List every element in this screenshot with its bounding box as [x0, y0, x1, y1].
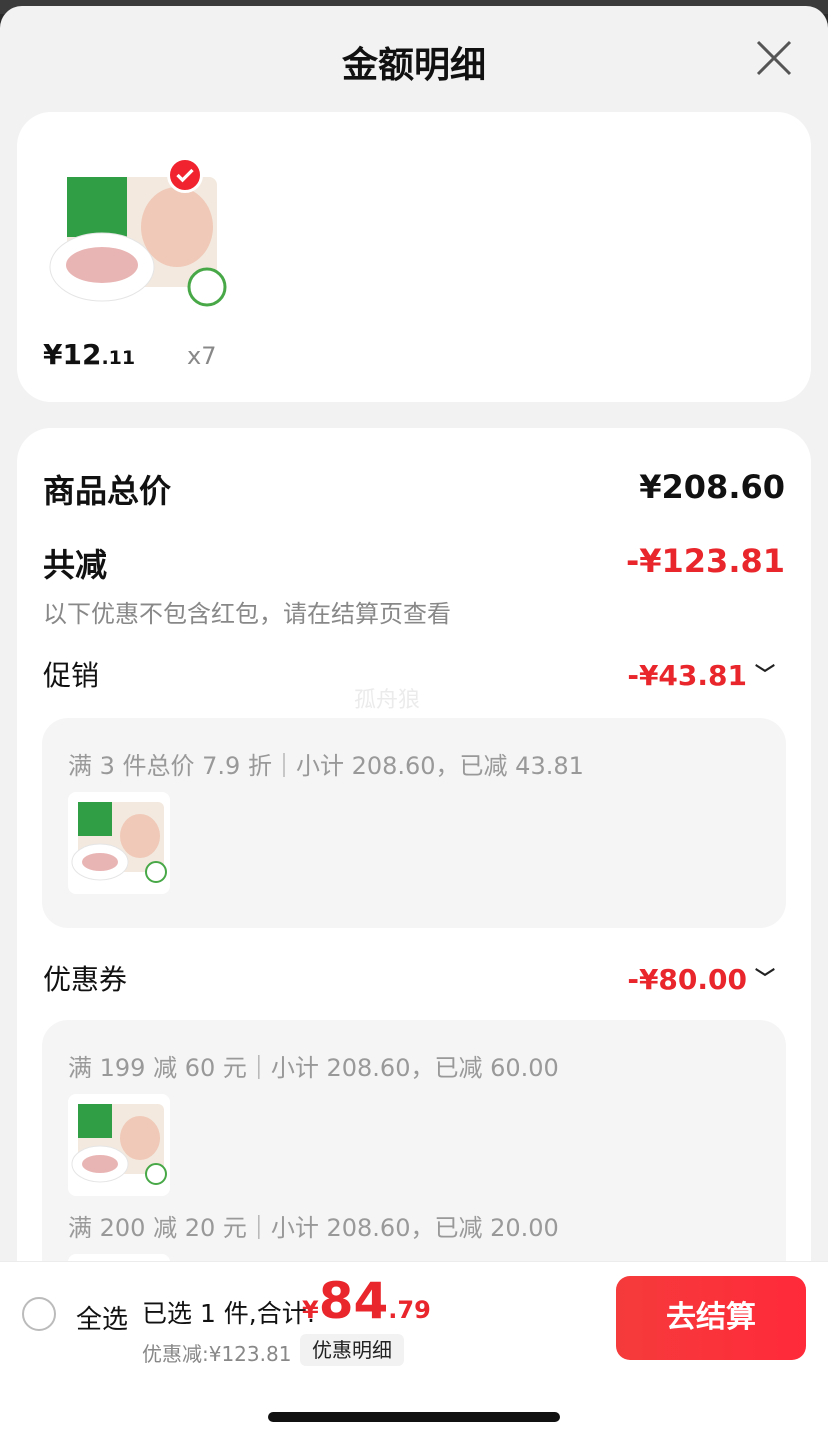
product-price: ¥12.11	[43, 338, 135, 371]
price-integer: ¥12	[43, 338, 102, 371]
product-card: ¥12.11 x7	[17, 112, 811, 402]
total-integer: 84	[318, 1272, 389, 1330]
chevron-down-icon: ﹀	[755, 966, 775, 990]
promo-label: 促销	[43, 659, 100, 692]
promo-product-thumb	[68, 792, 170, 894]
checkout-bar: 全选 已选 1 件,合计: ¥84.79 优惠减:¥123.81 优惠明细 去结…	[0, 1261, 828, 1440]
total-decimal: .79	[388, 1296, 431, 1324]
check-badge-icon[interactable]	[167, 157, 203, 193]
coupon-detail-1: 满 199 减 60 元｜小计 208.60，已减 60.00	[68, 1054, 559, 1082]
promo-value: -¥43.81	[627, 659, 747, 692]
price-decimal: .11	[101, 347, 136, 369]
amount-detail-sheet: 金额明细 ¥12.11 x7 商品总价 ¥208.60 共减 -¥123.81 …	[0, 6, 828, 1440]
total-value: ¥208.60	[639, 468, 785, 506]
coupon-label: 优惠券	[43, 963, 128, 996]
reduce-value: -¥123.81	[625, 542, 785, 580]
sheet-title: 金额明细	[341, 45, 486, 86]
total-symbol: ¥	[302, 1296, 319, 1324]
total-label: 商品总价	[43, 472, 172, 510]
promo-detail-box: 满 3 件总价 7.9 折｜小计 208.60，已减 43.81	[42, 718, 786, 928]
home-indicator[interactable]	[268, 1412, 560, 1422]
checkout-button[interactable]: 去结算	[616, 1276, 806, 1360]
coupon-toggle[interactable]: -¥80.00 ﹀	[627, 962, 775, 996]
product-quantity: x7	[187, 342, 217, 370]
close-icon[interactable]	[752, 36, 796, 80]
watermark-text: 孤舟狼	[354, 688, 421, 713]
reduce-note: 以下优惠不包含红包，请在结算页查看	[43, 600, 451, 628]
coupon-detail-2: 满 200 减 20 元｜小计 208.60，已减 20.00	[68, 1214, 559, 1242]
total-amount: ¥84.79	[302, 1272, 431, 1330]
chevron-down-icon: ﹀	[755, 662, 775, 686]
select-all-label[interactable]: 全选	[76, 1299, 128, 1336]
discount-detail-button[interactable]: 优惠明细	[300, 1334, 404, 1366]
selected-summary: 已选 1 件,合计:	[142, 1299, 316, 1328]
coupon-product-thumb	[68, 1094, 170, 1196]
radio-icon[interactable]	[22, 1297, 56, 1331]
promo-toggle[interactable]: -¥43.81 ﹀	[627, 658, 775, 692]
coupon-value: -¥80.00	[627, 963, 747, 996]
promo-detail: 满 3 件总价 7.9 折｜小计 208.60，已减 43.81	[68, 752, 584, 780]
reduce-label: 共减	[43, 546, 108, 584]
discount-text: 优惠减:¥123.81	[142, 1342, 292, 1366]
